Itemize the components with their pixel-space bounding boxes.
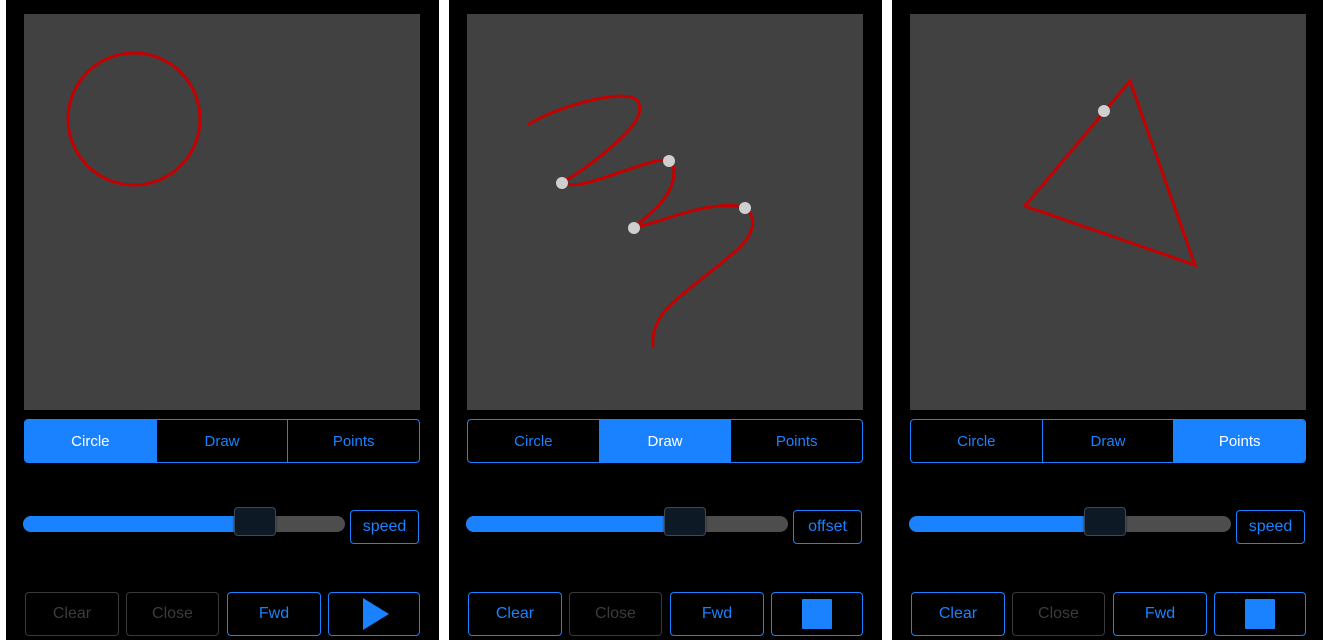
close-button[interactable]: Close [126, 592, 219, 636]
path-point [663, 155, 675, 167]
close-button[interactable]: Close [1012, 592, 1105, 636]
path-point [739, 202, 751, 214]
slider-thumb[interactable] [1084, 507, 1126, 536]
slider-fill [466, 516, 685, 532]
segment-points[interactable]: Points [1173, 420, 1305, 462]
mode-segmented-control: Circle Draw Points [24, 419, 420, 463]
fwd-button[interactable]: Fwd [227, 592, 321, 636]
speed-slider[interactable] [23, 507, 345, 543]
path-point [556, 177, 568, 189]
slider-thumb[interactable] [664, 507, 706, 536]
clear-button[interactable]: Clear [25, 592, 119, 636]
fwd-button[interactable]: Fwd [1113, 592, 1207, 636]
slider-mode-button[interactable]: offset [793, 510, 862, 544]
play-button[interactable] [328, 592, 420, 636]
stop-icon [1245, 599, 1275, 629]
path-point [1098, 105, 1110, 117]
circle-path [66, 51, 202, 187]
screen-circle-mode: Circle Draw Points speed Clear Close Fwd [6, 0, 439, 640]
mode-segmented-control: Circle Draw Points [467, 419, 863, 463]
speed-slider[interactable] [909, 507, 1231, 543]
slider-fill [909, 516, 1105, 532]
clear-button[interactable]: Clear [911, 592, 1005, 636]
stop-icon [802, 599, 832, 629]
drawing-svg [1022, 78, 1198, 268]
slider-thumb[interactable] [234, 507, 276, 536]
slider-fill [23, 516, 255, 532]
fwd-button[interactable]: Fwd [670, 592, 764, 636]
segment-points[interactable]: Points [730, 420, 862, 462]
drawing-svg [66, 51, 202, 187]
segment-draw[interactable]: Draw [155, 420, 288, 462]
stop-button[interactable] [1214, 592, 1306, 636]
slider-mode-button[interactable]: speed [350, 510, 419, 544]
screen-points-mode: Circle Draw Points speed Clear Close Fwd [892, 0, 1323, 640]
offset-slider[interactable] [466, 507, 788, 543]
drawing-svg [527, 94, 755, 348]
segment-circle[interactable]: Circle [25, 420, 156, 462]
clear-button[interactable]: Clear [468, 592, 562, 636]
segment-circle[interactable]: Circle [468, 420, 599, 462]
path-point [628, 222, 640, 234]
drawing-canvas[interactable] [910, 14, 1306, 410]
drawn-path [527, 94, 755, 348]
stop-button[interactable] [771, 592, 863, 636]
segment-draw[interactable]: Draw [1041, 420, 1174, 462]
segment-points[interactable]: Points [287, 420, 419, 462]
drawing-canvas[interactable] [24, 14, 420, 410]
play-icon [363, 598, 389, 630]
close-button[interactable]: Close [569, 592, 662, 636]
drawing-canvas[interactable] [467, 14, 863, 410]
segment-draw[interactable]: Draw [598, 420, 731, 462]
mode-segmented-control: Circle Draw Points [910, 419, 1306, 463]
segment-circle[interactable]: Circle [911, 420, 1042, 462]
slider-mode-button[interactable]: speed [1236, 510, 1305, 544]
screen-draw-mode: Circle Draw Points offset Clear Close Fw… [449, 0, 882, 640]
triangle-path [1022, 78, 1198, 268]
